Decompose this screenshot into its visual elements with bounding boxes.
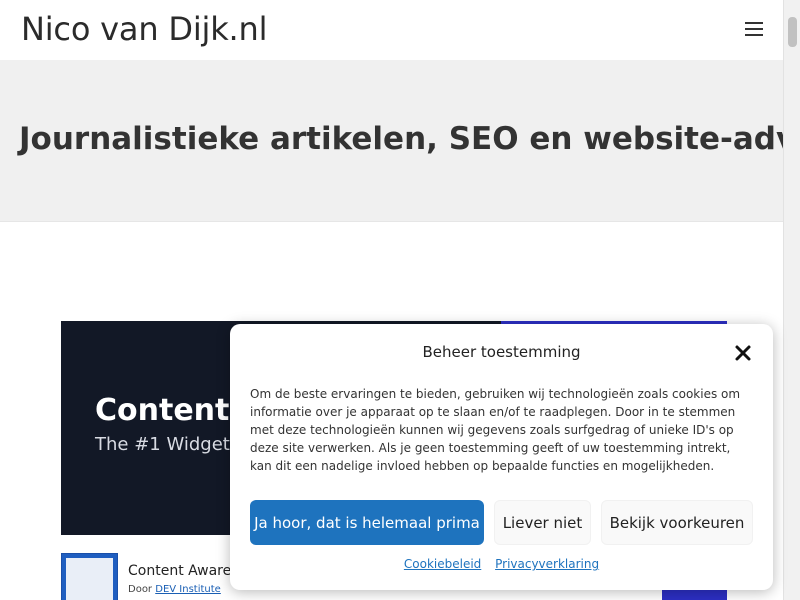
product-author: Door DEV Institute (128, 584, 221, 595)
page: Nico van Dijk.nl Journalistieke artikele… (0, 0, 800, 600)
site-header: Nico van Dijk.nl (0, 0, 783, 60)
banner-subtitle: The #1 Widget A (95, 434, 248, 455)
scrollbar[interactable] (783, 0, 800, 600)
site-title[interactable]: Nico van Dijk.nl (21, 10, 267, 48)
privacy-statement-link[interactable]: Privacyverklaring (495, 557, 599, 571)
consent-message: Om de beste ervaringen te bieden, gebrui… (250, 387, 741, 473)
close-icon[interactable] (733, 343, 753, 363)
author-link[interactable]: DEV Institute (155, 584, 221, 595)
menu-line (745, 28, 763, 30)
hero-section: Journalistieke artikelen, SEO en website… (0, 60, 800, 222)
author-prefix: Door (128, 584, 153, 595)
page-title: Journalistieke artikelen, SEO en website… (19, 121, 800, 157)
consent-dialog: Beheer toestemming Om de beste ervaringe… (230, 324, 773, 590)
thumbnail-preview (66, 558, 113, 600)
scrollbar-thumb[interactable] (788, 17, 797, 47)
view-preferences-button[interactable]: Bekijk voorkeuren (601, 500, 753, 545)
product-thumbnail[interactable] (61, 553, 118, 600)
accept-button[interactable]: Ja hoor, dat is helemaal prima (250, 500, 484, 545)
hamburger-menu-icon[interactable] (745, 22, 763, 38)
deny-button[interactable]: Liever niet (494, 500, 591, 545)
menu-line (745, 34, 763, 36)
close-icon-glyph (735, 345, 751, 361)
product-name[interactable]: Content Aware S (128, 563, 245, 579)
cookie-policy-link[interactable]: Cookiebeleid (404, 557, 481, 571)
menu-line (745, 22, 763, 24)
consent-title: Beheer toestemming (422, 343, 581, 361)
consent-links: Cookiebeleid Privacyverklaring (230, 557, 773, 571)
